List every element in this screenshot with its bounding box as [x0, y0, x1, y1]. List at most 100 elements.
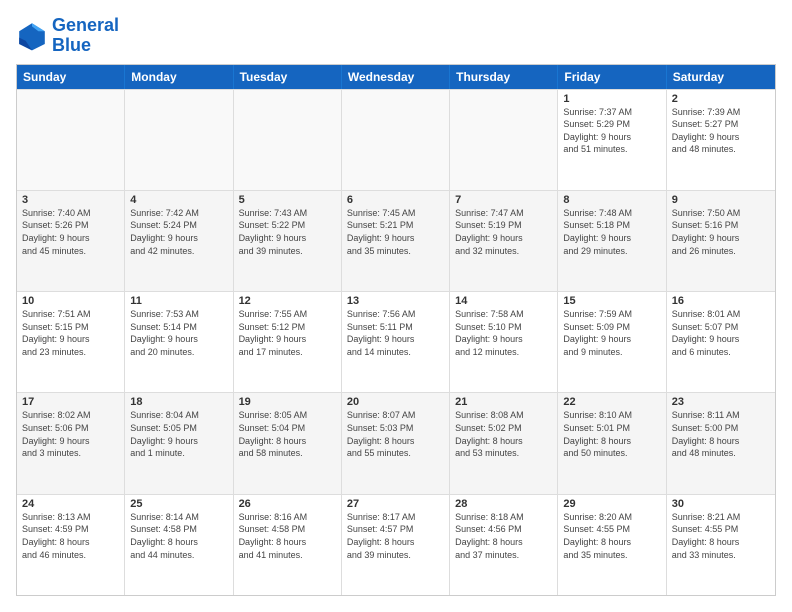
day-info: Sunrise: 7:45 AM Sunset: 5:21 PM Dayligh… — [347, 207, 444, 257]
day-cell-2: 2Sunrise: 7:39 AM Sunset: 5:27 PM Daylig… — [667, 90, 775, 190]
day-info: Sunrise: 7:48 AM Sunset: 5:18 PM Dayligh… — [563, 207, 660, 257]
day-number: 16 — [672, 295, 770, 307]
day-number: 3 — [22, 194, 119, 206]
day-cell-18: 18Sunrise: 8:04 AM Sunset: 5:05 PM Dayli… — [125, 393, 233, 493]
day-cell-23: 23Sunrise: 8:11 AM Sunset: 5:00 PM Dayli… — [667, 393, 775, 493]
day-cell-empty — [17, 90, 125, 190]
day-info: Sunrise: 7:40 AM Sunset: 5:26 PM Dayligh… — [22, 207, 119, 257]
day-info: Sunrise: 8:21 AM Sunset: 4:55 PM Dayligh… — [672, 511, 770, 561]
day-cell-6: 6Sunrise: 7:45 AM Sunset: 5:21 PM Daylig… — [342, 191, 450, 291]
day-info: Sunrise: 8:05 AM Sunset: 5:04 PM Dayligh… — [239, 409, 336, 459]
logo-icon — [16, 20, 48, 52]
day-info: Sunrise: 8:14 AM Sunset: 4:58 PM Dayligh… — [130, 511, 227, 561]
day-number: 24 — [22, 498, 119, 510]
day-number: 23 — [672, 396, 770, 408]
day-info: Sunrise: 7:39 AM Sunset: 5:27 PM Dayligh… — [672, 106, 770, 156]
day-cell-empty — [450, 90, 558, 190]
day-cell-13: 13Sunrise: 7:56 AM Sunset: 5:11 PM Dayli… — [342, 292, 450, 392]
day-number: 12 — [239, 295, 336, 307]
day-number: 18 — [130, 396, 227, 408]
day-info: Sunrise: 7:58 AM Sunset: 5:10 PM Dayligh… — [455, 308, 552, 358]
day-number: 2 — [672, 93, 770, 105]
day-info: Sunrise: 7:47 AM Sunset: 5:19 PM Dayligh… — [455, 207, 552, 257]
day-number: 11 — [130, 295, 227, 307]
day-number: 25 — [130, 498, 227, 510]
day-number: 29 — [563, 498, 660, 510]
day-number: 1 — [563, 93, 660, 105]
day-cell-7: 7Sunrise: 7:47 AM Sunset: 5:19 PM Daylig… — [450, 191, 558, 291]
day-info: Sunrise: 7:55 AM Sunset: 5:12 PM Dayligh… — [239, 308, 336, 358]
day-cell-empty — [125, 90, 233, 190]
day-cell-26: 26Sunrise: 8:16 AM Sunset: 4:58 PM Dayli… — [234, 495, 342, 595]
day-number: 20 — [347, 396, 444, 408]
day-cell-20: 20Sunrise: 8:07 AM Sunset: 5:03 PM Dayli… — [342, 393, 450, 493]
calendar-row-5: 24Sunrise: 8:13 AM Sunset: 4:59 PM Dayli… — [17, 494, 775, 595]
day-info: Sunrise: 7:53 AM Sunset: 5:14 PM Dayligh… — [130, 308, 227, 358]
day-cell-24: 24Sunrise: 8:13 AM Sunset: 4:59 PM Dayli… — [17, 495, 125, 595]
day-cell-empty — [234, 90, 342, 190]
day-cell-27: 27Sunrise: 8:17 AM Sunset: 4:57 PM Dayli… — [342, 495, 450, 595]
header-day-sunday: Sunday — [17, 65, 125, 89]
day-cell-12: 12Sunrise: 7:55 AM Sunset: 5:12 PM Dayli… — [234, 292, 342, 392]
day-number: 13 — [347, 295, 444, 307]
day-info: Sunrise: 7:50 AM Sunset: 5:16 PM Dayligh… — [672, 207, 770, 257]
day-info: Sunrise: 8:16 AM Sunset: 4:58 PM Dayligh… — [239, 511, 336, 561]
day-number: 4 — [130, 194, 227, 206]
day-info: Sunrise: 8:02 AM Sunset: 5:06 PM Dayligh… — [22, 409, 119, 459]
day-number: 22 — [563, 396, 660, 408]
calendar-row-1: 1Sunrise: 7:37 AM Sunset: 5:29 PM Daylig… — [17, 89, 775, 190]
day-info: Sunrise: 8:11 AM Sunset: 5:00 PM Dayligh… — [672, 409, 770, 459]
day-info: Sunrise: 7:56 AM Sunset: 5:11 PM Dayligh… — [347, 308, 444, 358]
header-day-monday: Monday — [125, 65, 233, 89]
header: General Blue — [16, 16, 776, 56]
day-number: 6 — [347, 194, 444, 206]
day-number: 7 — [455, 194, 552, 206]
calendar-row-2: 3Sunrise: 7:40 AM Sunset: 5:26 PM Daylig… — [17, 190, 775, 291]
day-info: Sunrise: 8:17 AM Sunset: 4:57 PM Dayligh… — [347, 511, 444, 561]
logo: General Blue — [16, 16, 119, 56]
day-info: Sunrise: 8:04 AM Sunset: 5:05 PM Dayligh… — [130, 409, 227, 459]
day-cell-15: 15Sunrise: 7:59 AM Sunset: 5:09 PM Dayli… — [558, 292, 666, 392]
day-cell-5: 5Sunrise: 7:43 AM Sunset: 5:22 PM Daylig… — [234, 191, 342, 291]
day-cell-16: 16Sunrise: 8:01 AM Sunset: 5:07 PM Dayli… — [667, 292, 775, 392]
day-number: 17 — [22, 396, 119, 408]
day-cell-19: 19Sunrise: 8:05 AM Sunset: 5:04 PM Dayli… — [234, 393, 342, 493]
day-info: Sunrise: 8:13 AM Sunset: 4:59 PM Dayligh… — [22, 511, 119, 561]
logo-text: General Blue — [52, 16, 119, 56]
day-number: 27 — [347, 498, 444, 510]
day-info: Sunrise: 7:42 AM Sunset: 5:24 PM Dayligh… — [130, 207, 227, 257]
day-cell-14: 14Sunrise: 7:58 AM Sunset: 5:10 PM Dayli… — [450, 292, 558, 392]
day-info: Sunrise: 7:37 AM Sunset: 5:29 PM Dayligh… — [563, 106, 660, 156]
page: General Blue SundayMondayTuesdayWednesda… — [0, 0, 792, 612]
day-cell-10: 10Sunrise: 7:51 AM Sunset: 5:15 PM Dayli… — [17, 292, 125, 392]
day-cell-4: 4Sunrise: 7:42 AM Sunset: 5:24 PM Daylig… — [125, 191, 233, 291]
day-number: 9 — [672, 194, 770, 206]
calendar-row-3: 10Sunrise: 7:51 AM Sunset: 5:15 PM Dayli… — [17, 291, 775, 392]
day-cell-30: 30Sunrise: 8:21 AM Sunset: 4:55 PM Dayli… — [667, 495, 775, 595]
day-info: Sunrise: 7:43 AM Sunset: 5:22 PM Dayligh… — [239, 207, 336, 257]
header-day-wednesday: Wednesday — [342, 65, 450, 89]
header-day-saturday: Saturday — [667, 65, 775, 89]
day-cell-9: 9Sunrise: 7:50 AM Sunset: 5:16 PM Daylig… — [667, 191, 775, 291]
day-number: 14 — [455, 295, 552, 307]
header-day-tuesday: Tuesday — [234, 65, 342, 89]
day-number: 15 — [563, 295, 660, 307]
calendar-body: 1Sunrise: 7:37 AM Sunset: 5:29 PM Daylig… — [17, 89, 775, 595]
day-cell-29: 29Sunrise: 8:20 AM Sunset: 4:55 PM Dayli… — [558, 495, 666, 595]
day-info: Sunrise: 8:20 AM Sunset: 4:55 PM Dayligh… — [563, 511, 660, 561]
day-cell-25: 25Sunrise: 8:14 AM Sunset: 4:58 PM Dayli… — [125, 495, 233, 595]
day-number: 28 — [455, 498, 552, 510]
day-cell-empty — [342, 90, 450, 190]
day-cell-1: 1Sunrise: 7:37 AM Sunset: 5:29 PM Daylig… — [558, 90, 666, 190]
header-day-friday: Friday — [558, 65, 666, 89]
day-cell-17: 17Sunrise: 8:02 AM Sunset: 5:06 PM Dayli… — [17, 393, 125, 493]
day-info: Sunrise: 8:07 AM Sunset: 5:03 PM Dayligh… — [347, 409, 444, 459]
day-info: Sunrise: 7:59 AM Sunset: 5:09 PM Dayligh… — [563, 308, 660, 358]
day-cell-8: 8Sunrise: 7:48 AM Sunset: 5:18 PM Daylig… — [558, 191, 666, 291]
day-cell-28: 28Sunrise: 8:18 AM Sunset: 4:56 PM Dayli… — [450, 495, 558, 595]
day-cell-22: 22Sunrise: 8:10 AM Sunset: 5:01 PM Dayli… — [558, 393, 666, 493]
day-info: Sunrise: 8:10 AM Sunset: 5:01 PM Dayligh… — [563, 409, 660, 459]
calendar: SundayMondayTuesdayWednesdayThursdayFrid… — [16, 64, 776, 596]
calendar-row-4: 17Sunrise: 8:02 AM Sunset: 5:06 PM Dayli… — [17, 392, 775, 493]
day-number: 26 — [239, 498, 336, 510]
